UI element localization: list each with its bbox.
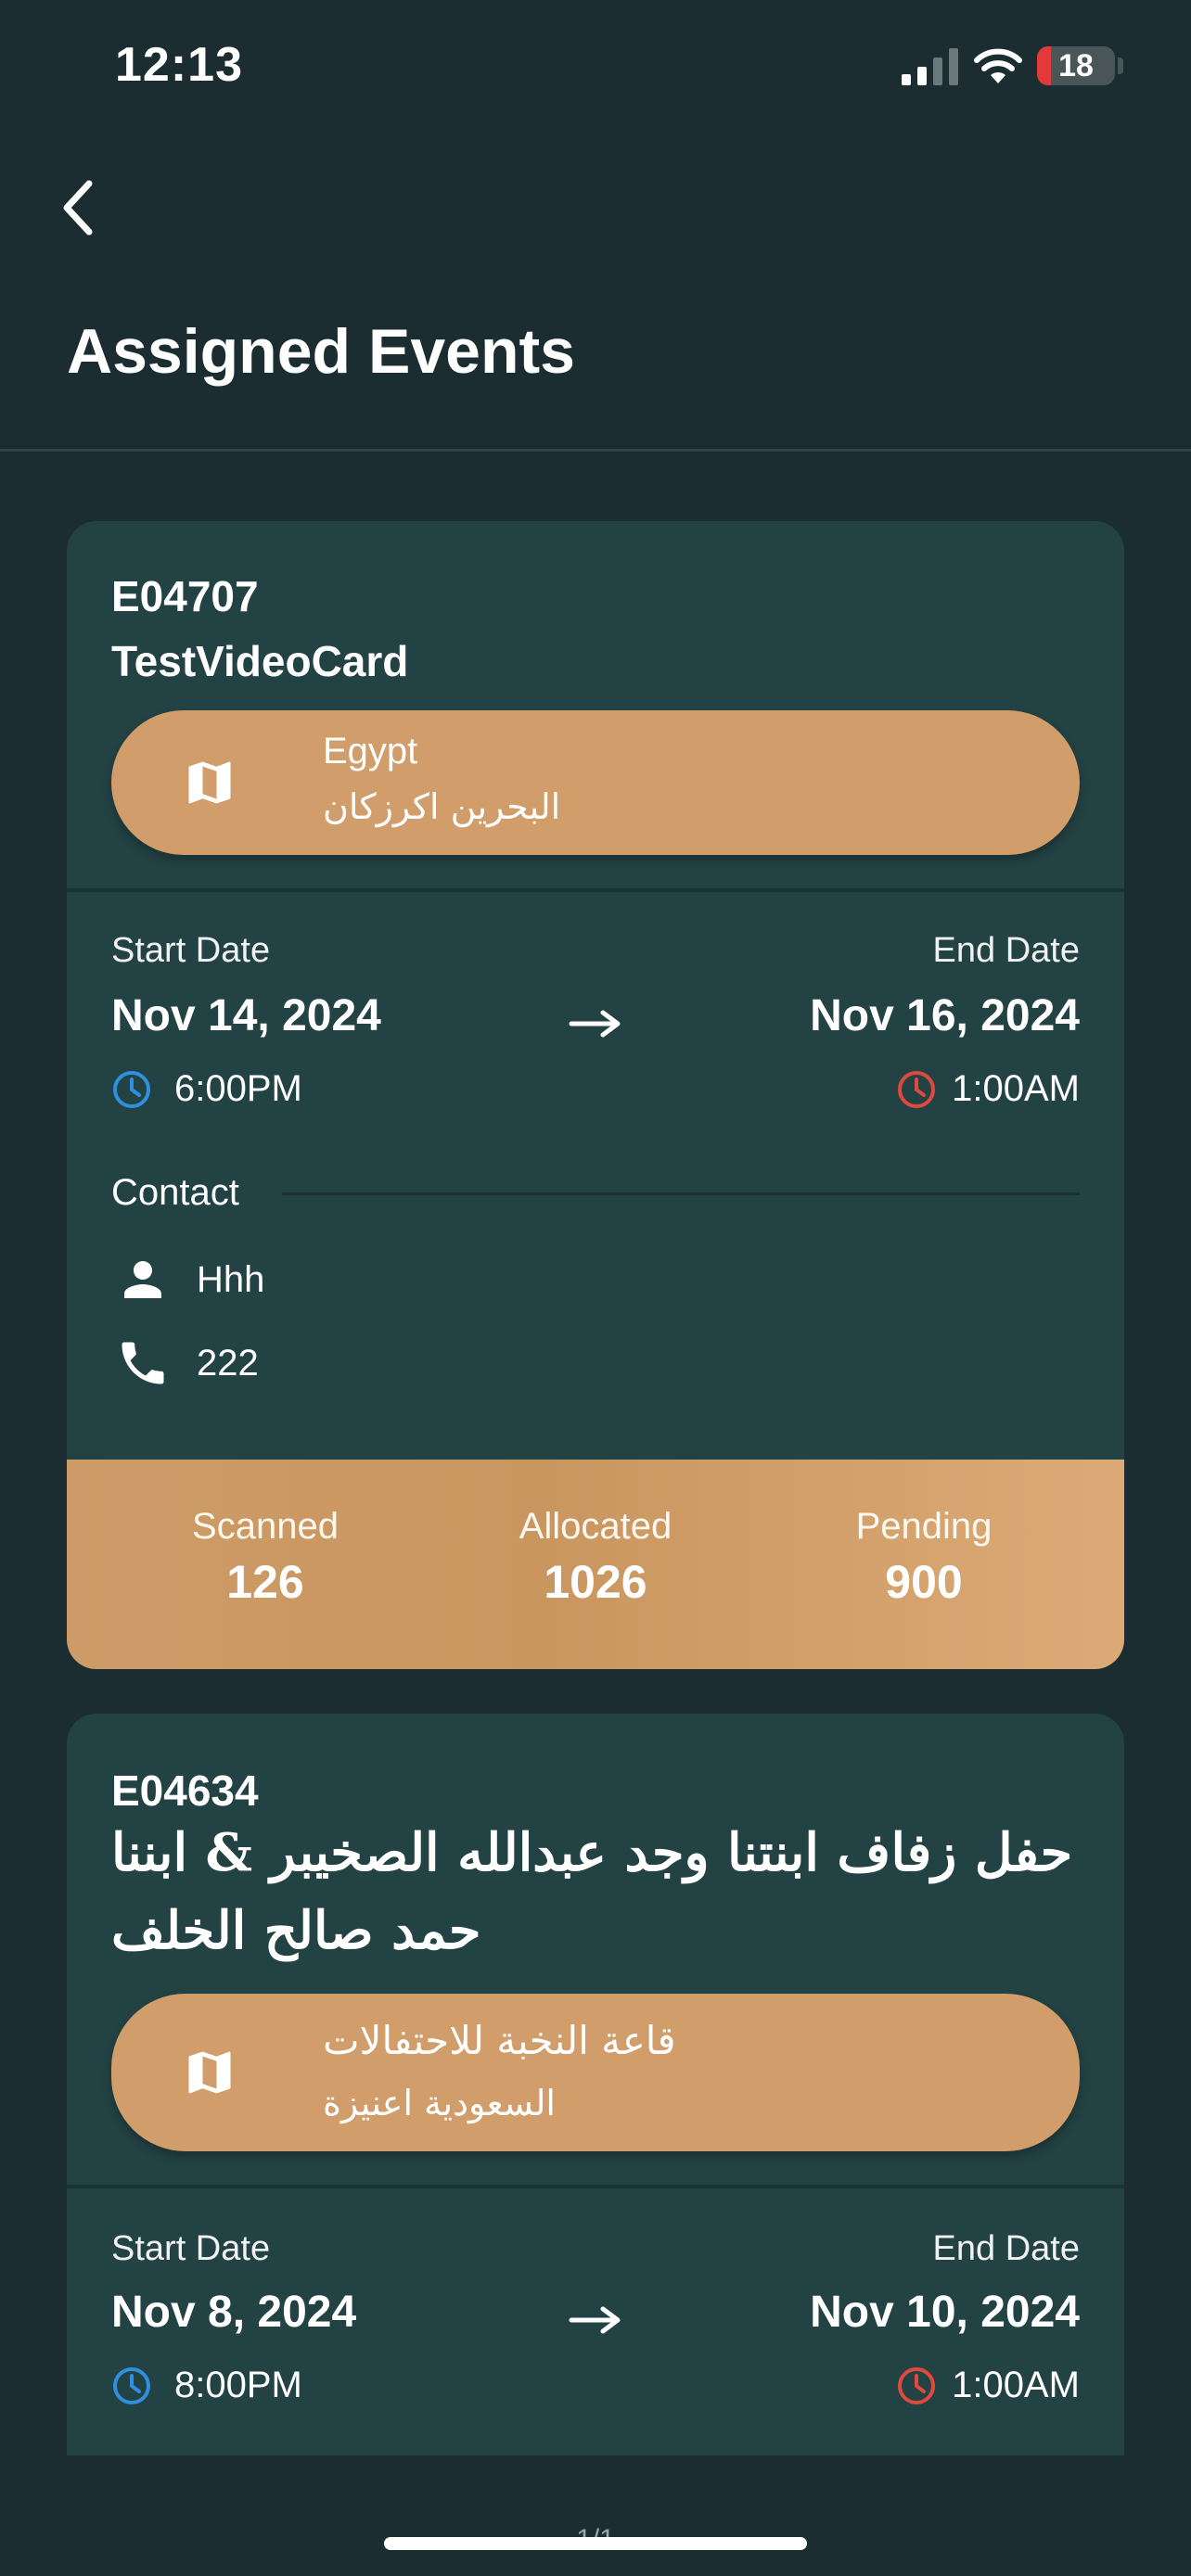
clock-icon	[113, 2366, 150, 2404]
event-code: E04634	[111, 1766, 259, 1815]
arrow-right-icon	[569, 2306, 621, 2334]
back-chevron-icon	[63, 180, 93, 236]
start-time-value: 6:00PM	[174, 1068, 302, 1109]
end-date-value: Nov 16, 2024	[810, 991, 1080, 1040]
end-time: 1:00AM	[896, 2365, 1080, 2406]
event-name: TestVideoCard	[111, 637, 409, 685]
stat-pending-value: 900	[885, 1556, 963, 1608]
start-date-label: Start Date	[111, 931, 271, 970]
venue-country: Egypt	[323, 731, 418, 772]
venue-name: قاعة النخبة للاحتفالات	[323, 2018, 676, 2063]
section-divider	[67, 888, 1124, 892]
end-date-label: End Date	[932, 2229, 1080, 2268]
stat-pending-label: Pending	[855, 1506, 992, 1547]
battery-percentage: 18	[1058, 48, 1094, 83]
stat-pending: Pending 900	[785, 1506, 1063, 1609]
phone-icon	[122, 1342, 164, 1384]
contact-phone: 222	[197, 1342, 259, 1384]
start-date-value: Nov 8, 2024	[111, 2288, 357, 2337]
stat-scanned-label: Scanned	[192, 1506, 339, 1547]
end-time-value: 1:00AM	[952, 2365, 1080, 2405]
start-time-value: 8:00PM	[174, 2365, 302, 2405]
stat-allocated-label: Allocated	[519, 1506, 672, 1547]
arrow-right-icon	[569, 1010, 621, 1038]
event-card[interactable]: E04634 حفل زفاف ابنتنا وجد عبدالله الصخي…	[67, 1714, 1124, 2455]
venue-pill[interactable]: Egypt البحرين اكرزكان	[111, 710, 1080, 855]
map-icon	[188, 761, 231, 804]
contact-phone-row[interactable]: 222	[115, 1335, 259, 1391]
clock-icon	[898, 2366, 936, 2404]
contact-name-row: Hhh	[115, 1252, 264, 1307]
event-code: E04707	[111, 572, 259, 620]
end-time-value: 1:00AM	[952, 1068, 1080, 1109]
event-card[interactable]: E04707 TestVideoCard Egypt البحرين اكرزك…	[67, 521, 1124, 1669]
stat-scanned-value: 126	[226, 1556, 304, 1608]
event-name: حفل زفاف ابنتنا وجد عبدالله الصخيبر & اب…	[111, 1822, 1073, 1961]
venue-pill[interactable]: قاعة النخبة للاحتفالات السعودية اعنيزة	[111, 1994, 1080, 2151]
end-date-label: End Date	[932, 931, 1080, 970]
map-icon	[188, 2051, 231, 2094]
cellular-signal-icon	[902, 48, 958, 85]
start-date-label: Start Date	[111, 2229, 271, 2268]
venue-address: البحرين اكرزكان	[323, 786, 561, 827]
clock-icon	[113, 1070, 150, 1108]
section-divider	[67, 2185, 1124, 2188]
battery-tip	[1118, 57, 1123, 74]
contact-divider	[282, 1192, 1080, 1195]
stat-scanned: Scanned 126	[126, 1506, 404, 1609]
wifi-icon	[974, 48, 1022, 83]
contact-label: Contact	[111, 1172, 239, 1213]
venue-address: السعودية اعنيزة	[323, 2083, 556, 2123]
battery-icon: 18	[1037, 46, 1115, 85]
start-time: 8:00PM	[111, 2365, 302, 2406]
stat-allocated-value: 1026	[544, 1556, 647, 1608]
home-indicator[interactable]	[384, 2537, 807, 2550]
status-time: 12:13	[115, 38, 243, 92]
clock-icon	[898, 1070, 936, 1108]
ticket-stats-bar: Scanned 126 Allocated 1026 Pending 900	[67, 1460, 1124, 1669]
page-title: Assigned Events	[67, 316, 575, 387]
back-button[interactable]	[52, 174, 104, 241]
end-time: 1:00AM	[896, 1068, 1080, 1110]
contact-name: Hhh	[197, 1258, 265, 1300]
header-divider	[0, 449, 1191, 452]
person-icon	[124, 1261, 161, 1298]
end-date-value: Nov 10, 2024	[810, 2288, 1080, 2337]
status-bar: 12:13 18	[0, 0, 1191, 139]
start-time: 6:00PM	[111, 1068, 302, 1110]
stat-allocated: Allocated 1026	[456, 1506, 735, 1609]
start-date-value: Nov 14, 2024	[111, 991, 381, 1040]
